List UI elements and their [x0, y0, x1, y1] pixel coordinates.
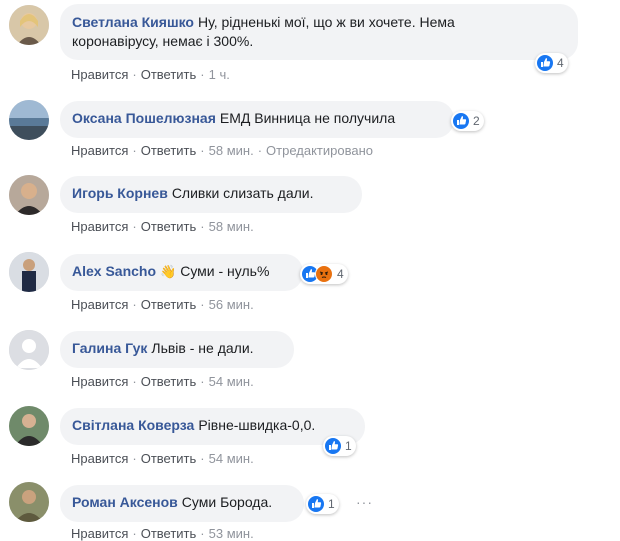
like-link[interactable]: Нравится: [71, 67, 128, 82]
reaction-count[interactable]: 4: [300, 264, 348, 284]
reaction-count[interactable]: 4: [535, 53, 568, 73]
reaction-count[interactable]: 1: [323, 436, 356, 456]
timestamp[interactable]: 1 ч.: [209, 67, 230, 82]
comment-author[interactable]: Игорь Корнев: [72, 185, 168, 201]
avatar[interactable]: [9, 5, 49, 45]
reaction-count[interactable]: 2: [451, 111, 484, 131]
more-icon[interactable]: ···: [356, 494, 373, 510]
comment-actions: Нравится · Ответить · 54 мин.: [71, 374, 254, 389]
comment-text: Рівне-швидка-0,0.: [198, 417, 316, 433]
reaction-count[interactable]: 1: [306, 494, 339, 514]
timestamp[interactable]: 54 мин.: [209, 374, 254, 389]
timestamp[interactable]: 56 мин.: [209, 297, 254, 312]
comment-bubble: Alex Sancho 👋 Суми - нуль%: [60, 254, 303, 291]
comment-author[interactable]: Галина Гук: [72, 340, 147, 356]
like-link[interactable]: Нравится: [71, 526, 128, 541]
comment-bubble: Светлана Кияшко Ну, рідненькі мої, що ж в…: [60, 4, 578, 60]
like-link[interactable]: Нравится: [71, 451, 128, 466]
like-icon: [537, 55, 553, 71]
reply-link[interactable]: Ответить: [141, 374, 197, 389]
comment-text: Сливки слизать дали.: [171, 185, 314, 201]
comment-bubble: Галина Гук Львів - не дали.: [60, 331, 294, 368]
reply-link[interactable]: Ответить: [141, 67, 197, 82]
comment-author[interactable]: Alex Sancho: [72, 263, 156, 279]
comment-author[interactable]: Светлана Кияшко: [72, 14, 194, 30]
comment-bubble: Оксана Пошелюзная ЕМД Винница не получила: [60, 101, 454, 138]
comment-text: Суми Борода.: [181, 494, 273, 510]
comment-bubble: Світлана Коверза Рівне-швидка-0,0.: [60, 408, 365, 445]
avatar[interactable]: [9, 406, 49, 446]
like-link[interactable]: Нравится: [71, 374, 128, 389]
wave-emoji: 👋: [160, 264, 177, 279]
comment-actions: Нравится · Ответить · 58 мин. · Отредактирован…: [71, 143, 374, 158]
avatar[interactable]: [9, 175, 49, 215]
reply-link[interactable]: Ответить: [141, 451, 197, 466]
avatar[interactable]: [9, 100, 49, 140]
comment-text: Ну, рідненькі мої, що ж ви хочете. Нема: [197, 14, 455, 30]
reply-link[interactable]: Ответить: [141, 297, 197, 312]
like-link[interactable]: Нравится: [71, 297, 128, 312]
avatar[interactable]: [9, 252, 49, 292]
reaction-total: 4: [557, 56, 564, 70]
comment-text: коронавірусу, немає і 300%.: [72, 33, 254, 49]
comment-actions: Нравится · Ответить · 56 мин.: [71, 297, 254, 312]
timestamp[interactable]: 53 мин.: [209, 526, 254, 541]
comment-bubble: Роман Аксенов Суми Борода.: [60, 485, 304, 522]
like-icon: [453, 113, 469, 129]
like-icon: [325, 438, 341, 454]
reply-link[interactable]: Ответить: [141, 143, 197, 158]
edited-label[interactable]: Отредактировано: [266, 143, 373, 158]
comment-bubble: Игорь Корнев Сливки слизать дали.: [60, 176, 362, 213]
comment-actions: Нравится · Ответить · 53 мин.: [71, 526, 254, 541]
avatar[interactable]: [9, 482, 49, 522]
reply-link[interactable]: Ответить: [141, 219, 197, 234]
like-link[interactable]: Нравится: [71, 219, 128, 234]
comment-text: ЕМД Винница не получила: [219, 110, 396, 126]
like-icon: [308, 496, 324, 512]
comment-actions: Нравится · Ответить · 1 ч.: [71, 67, 230, 82]
timestamp[interactable]: 58 мин.: [209, 143, 254, 158]
comment-actions: Нравится · Ответить · 58 мин.: [71, 219, 254, 234]
timestamp[interactable]: 54 мин.: [209, 451, 254, 466]
comment-text: Суми - нуль%: [180, 263, 270, 279]
comment-author[interactable]: Світлана Коверза: [72, 417, 194, 433]
reply-link[interactable]: Ответить: [141, 526, 197, 541]
reaction-total: 1: [345, 439, 352, 453]
reaction-total: 2: [473, 114, 480, 128]
avatar[interactable]: [9, 330, 49, 370]
comment-author[interactable]: Оксана Пошелюзная: [72, 110, 216, 126]
reaction-total: 1: [328, 497, 335, 511]
angry-icon: [315, 265, 333, 283]
timestamp[interactable]: 58 мин.: [209, 219, 254, 234]
comment-actions: Нравится · Ответить · 54 мин.: [71, 451, 254, 466]
reaction-total: 4: [337, 267, 344, 281]
comment-text: Львів - не дали.: [151, 340, 254, 356]
comment-author[interactable]: Роман Аксенов: [72, 494, 178, 510]
like-link[interactable]: Нравится: [71, 143, 128, 158]
